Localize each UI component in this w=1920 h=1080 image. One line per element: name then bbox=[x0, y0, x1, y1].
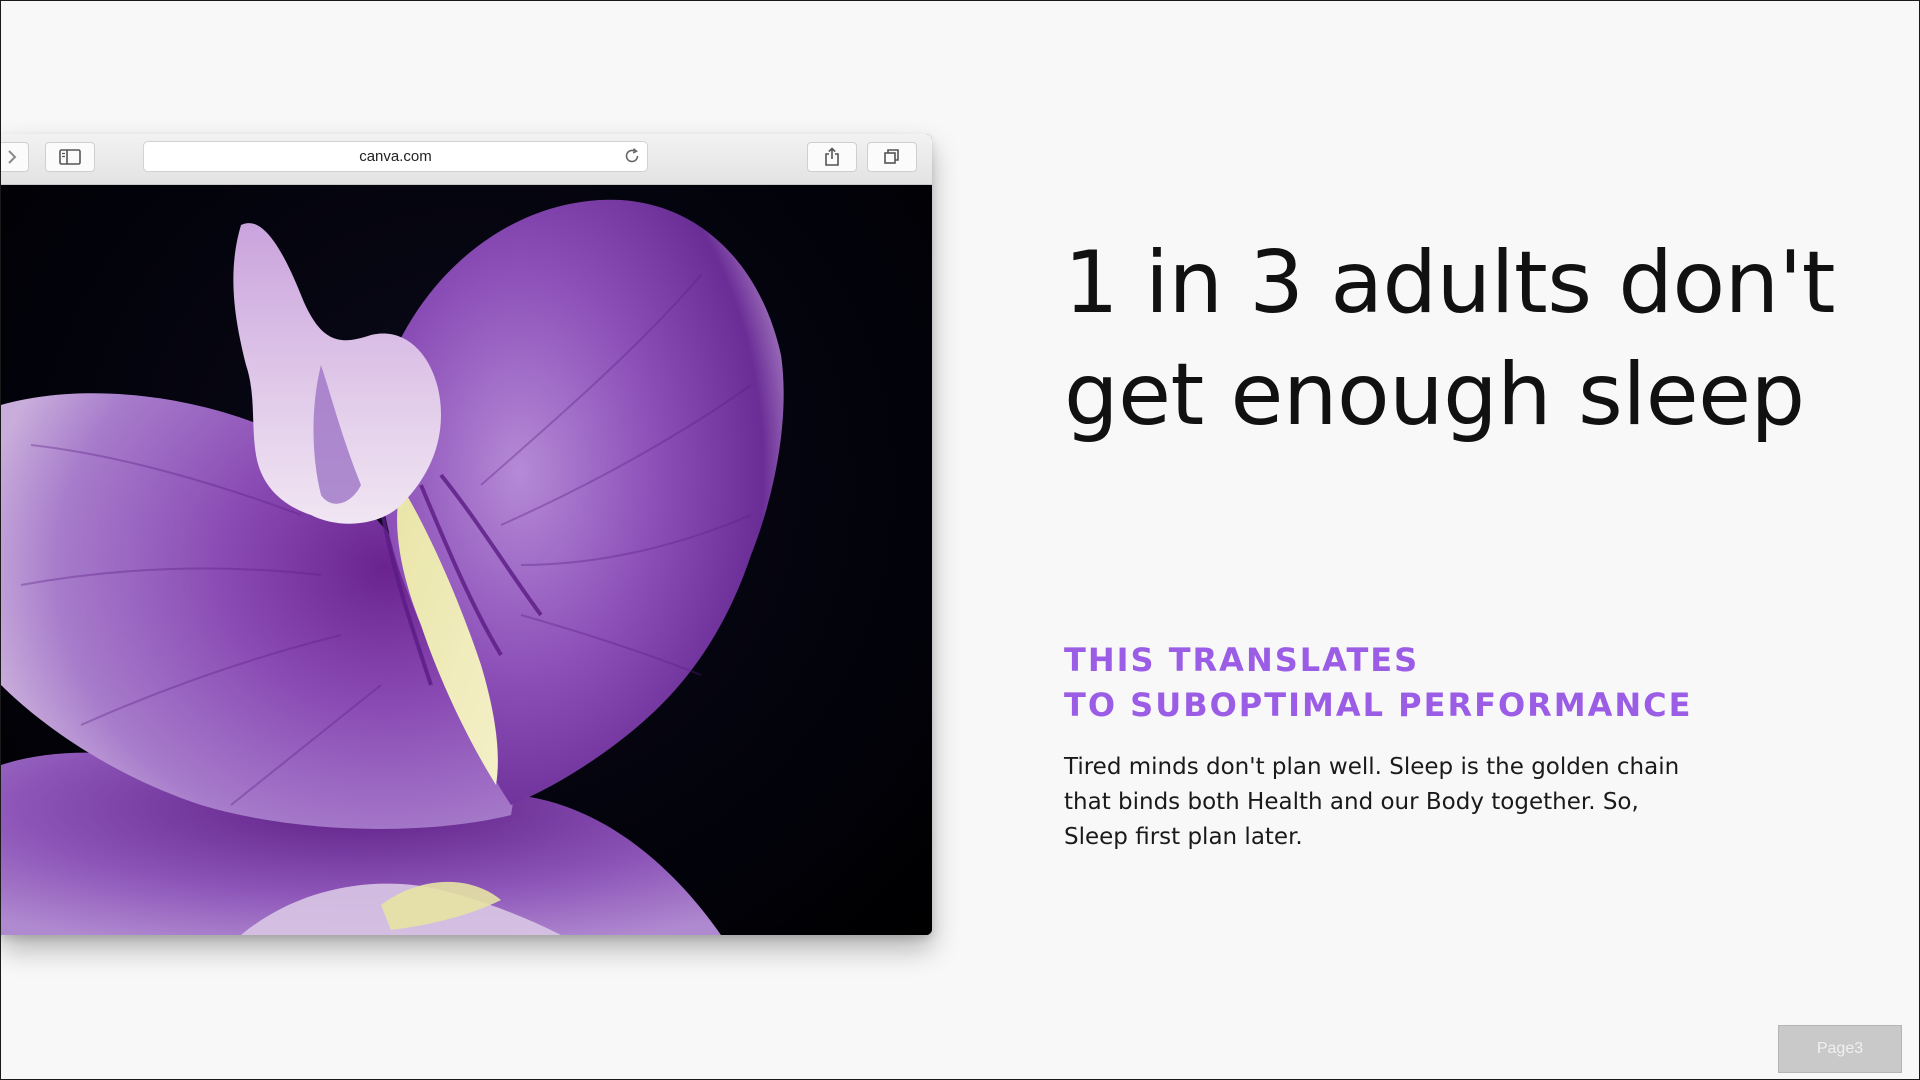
share-icon bbox=[825, 147, 839, 166]
headline-line-2: get enough sleep bbox=[1064, 345, 1805, 445]
tabs-icon bbox=[884, 149, 899, 164]
page-button[interactable]: Page3 bbox=[1778, 1025, 1902, 1073]
sidebar-icon bbox=[59, 149, 81, 165]
address-bar[interactable]: canva.com bbox=[143, 141, 648, 172]
headline: 1 in 3 adults don't get enough sleep bbox=[1064, 227, 1884, 451]
reload-button[interactable] bbox=[623, 147, 641, 169]
browser-viewport bbox=[1, 185, 932, 935]
chevron-right-icon bbox=[8, 150, 17, 164]
subheading: THIS TRANSLATES TO SUBOPTIMAL PERFORMANC… bbox=[1064, 638, 1764, 728]
reload-icon bbox=[625, 148, 639, 163]
tabs-button[interactable] bbox=[867, 142, 917, 172]
address-text: canva.com bbox=[359, 148, 432, 165]
orchid-image bbox=[1, 199, 784, 935]
slide: canva.com 1 in 3 adults don't get enough… bbox=[0, 0, 1920, 1080]
subheading-line-1: THIS TRANSLATES bbox=[1064, 641, 1420, 679]
share-button[interactable] bbox=[807, 142, 857, 172]
body-text: Tired minds don't plan well. Sleep is th… bbox=[1064, 754, 1680, 850]
headline-line-1: 1 in 3 adults don't bbox=[1064, 233, 1835, 333]
browser-toolbar: canva.com bbox=[1, 134, 932, 185]
browser-mockup: canva.com bbox=[1, 134, 932, 935]
forward-button[interactable] bbox=[1, 142, 29, 172]
sidebar-toggle-button[interactable] bbox=[45, 142, 95, 172]
subheading-line-2: TO SUBOPTIMAL PERFORMANCE bbox=[1064, 686, 1693, 724]
